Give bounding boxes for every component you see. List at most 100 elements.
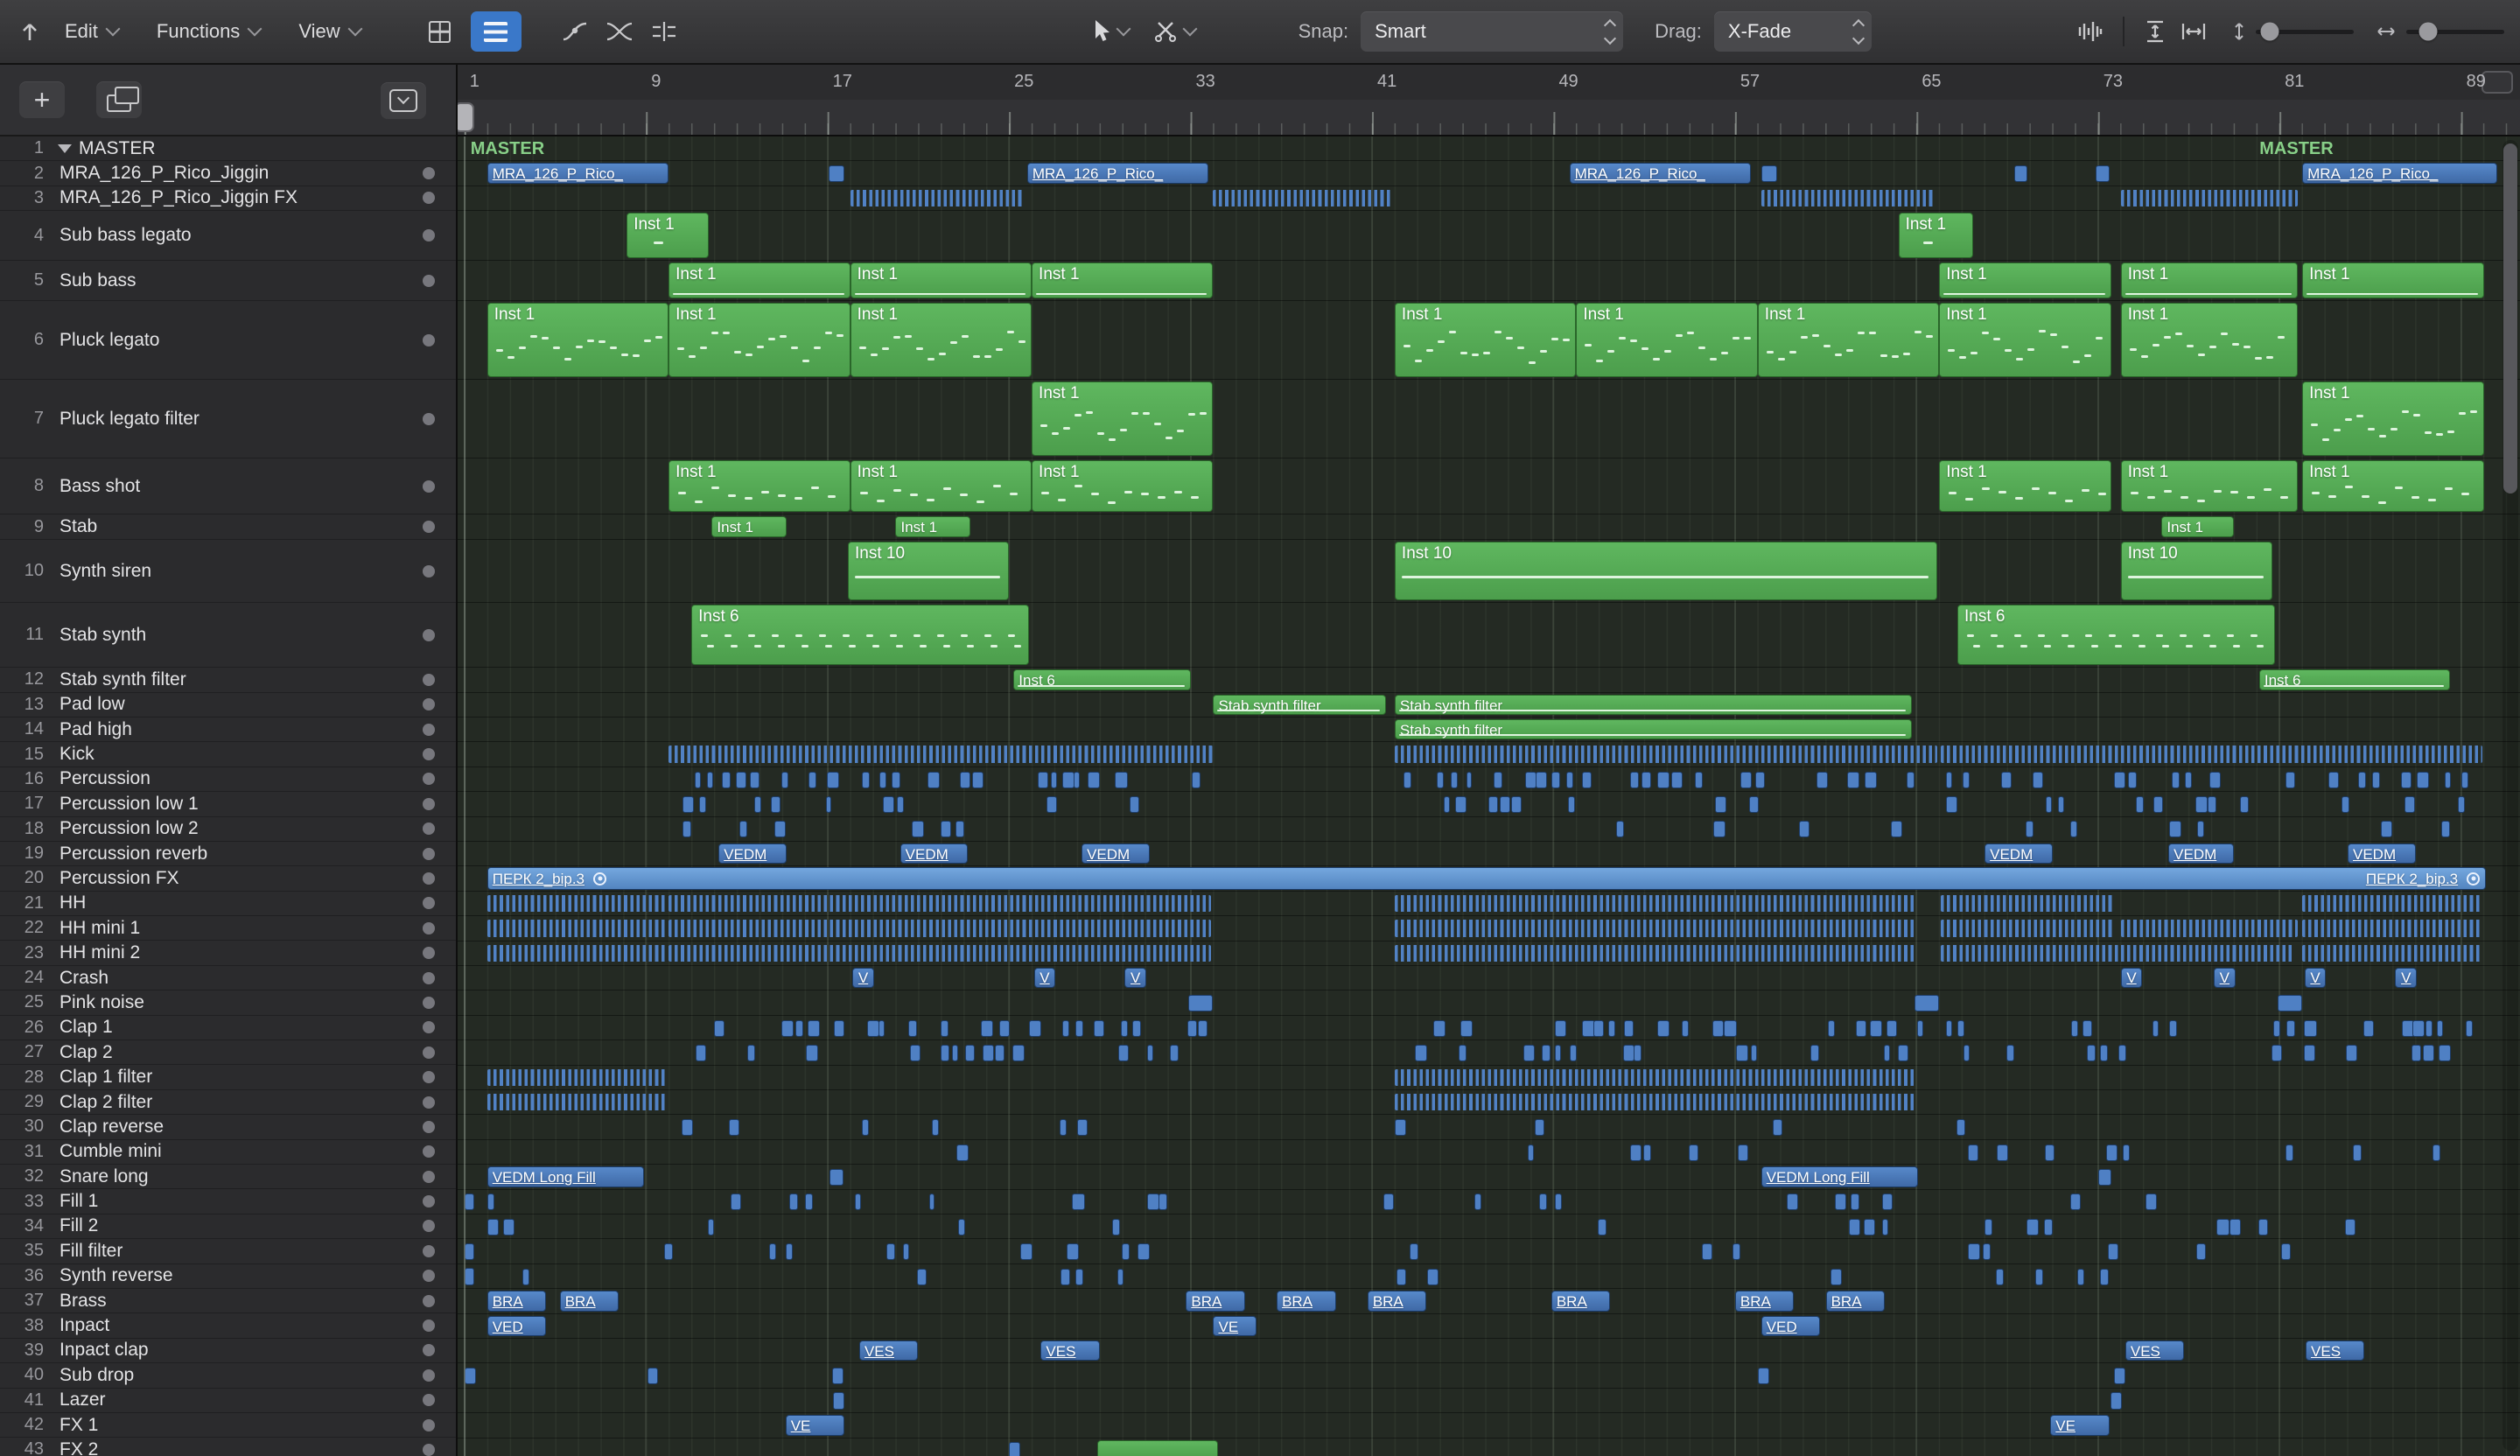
audio-block-region[interactable] <box>2108 1243 2119 1261</box>
record-enable-dot[interactable] <box>423 996 435 1009</box>
audio-block-region[interactable] <box>486 1194 494 1211</box>
track-header-row[interactable]: 4 Sub bass legato <box>0 211 456 262</box>
midi-region[interactable]: Inst 1 <box>668 460 850 513</box>
audio-block-region[interactable] <box>769 1243 777 1261</box>
audio-block-region[interactable] <box>2272 1019 2280 1037</box>
track-header-row[interactable]: 21 HH <box>0 891 456 917</box>
audio-block-region[interactable] <box>2401 771 2412 788</box>
audio-block-region[interactable] <box>1474 1194 1481 1211</box>
audio-block-region[interactable] <box>981 1019 994 1037</box>
track-name[interactable]: Brass <box>47 1291 423 1312</box>
record-enable-dot[interactable] <box>423 1344 435 1357</box>
audio-pattern-region[interactable] <box>1940 944 2295 962</box>
horizontal-auto-zoom-button[interactable] <box>2180 11 2207 52</box>
audio-pattern-region[interactable] <box>2120 920 2298 937</box>
audio-block-region[interactable] <box>2046 795 2053 813</box>
audio-block-region[interactable] <box>882 795 895 813</box>
audio-block-region[interactable] <box>1736 1044 1749 1061</box>
audio-block-region[interactable] <box>1077 1119 1088 1137</box>
track-header-row[interactable]: 14 Pad high <box>0 717 456 743</box>
record-enable-dot[interactable] <box>423 412 435 425</box>
audio-block-region[interactable] <box>1946 771 1953 788</box>
menu-functions[interactable]: Functions <box>157 20 262 43</box>
audio-region[interactable]: V <box>2304 968 2327 989</box>
midi-region[interactable]: Inst 10 <box>1394 542 1937 601</box>
audio-block-region[interactable] <box>1607 1019 1615 1037</box>
midi-region[interactable]: Inst 1 <box>2161 516 2235 538</box>
audio-block-region[interactable] <box>786 1243 793 1261</box>
audio-block-region[interactable] <box>1714 795 1727 813</box>
midi-region[interactable]: Inst 1 <box>2120 303 2298 378</box>
audio-pattern-region[interactable] <box>1394 1068 1914 1086</box>
audio-block-region[interactable] <box>891 771 901 788</box>
audio-block-region[interactable] <box>2122 1144 2131 1161</box>
audio-block-region[interactable] <box>713 1019 725 1037</box>
drag-dropdown[interactable]: X-Fade <box>1713 11 1872 52</box>
audio-block-region[interactable] <box>917 1268 928 1285</box>
track-name[interactable]: Pad low <box>47 694 423 715</box>
audio-block-region[interactable] <box>1810 1044 1820 1061</box>
audio-region[interactable]: BRA <box>486 1291 547 1312</box>
track-name[interactable]: Fill filter <box>47 1241 423 1262</box>
audio-block-region[interactable] <box>940 1019 948 1037</box>
audio-block-region[interactable] <box>1443 795 1450 813</box>
audio-block-region[interactable] <box>2025 821 2034 838</box>
record-enable-dot[interactable] <box>423 521 435 534</box>
audio-block-region[interactable] <box>2460 771 2469 788</box>
midi-region[interactable]: Inst 1 <box>2120 262 2298 299</box>
back-arrow-button[interactable] <box>19 11 40 52</box>
midi-region[interactable]: Inst 1 <box>1939 262 2112 299</box>
audio-pattern-region[interactable] <box>1394 920 1914 937</box>
audio-block-region[interactable] <box>910 1044 921 1061</box>
track-header-row[interactable]: 24 Crash <box>0 965 456 991</box>
audio-block-region[interactable] <box>1072 1194 1085 1211</box>
audio-pattern-region[interactable] <box>1940 894 2116 913</box>
record-enable-dot[interactable] <box>423 748 435 761</box>
audio-pattern-region[interactable] <box>668 920 1211 937</box>
menu-view[interactable]: View <box>298 20 363 43</box>
audio-block-region[interactable] <box>807 1019 820 1037</box>
audio-block-region[interactable] <box>940 821 951 838</box>
crossfade-button[interactable] <box>606 11 634 52</box>
audio-block-region[interactable] <box>1681 1019 1690 1037</box>
track-name[interactable]: FX 1 <box>47 1415 423 1436</box>
audio-block-region[interactable] <box>1751 1044 1758 1061</box>
audio-region[interactable]: BRA <box>559 1291 620 1312</box>
record-enable-dot[interactable] <box>423 1170 435 1183</box>
audio-region[interactable]: BRA <box>1825 1291 1885 1312</box>
audio-pattern-region[interactable] <box>2120 189 2298 207</box>
audio-region[interactable]: ПЕРК 2_bip.3 ПЕРК 2_bip.3 <box>486 867 2487 890</box>
audio-block-region[interactable] <box>825 795 832 813</box>
audio-region[interactable] <box>833 1392 845 1410</box>
audio-block-region[interactable] <box>1634 1044 1642 1061</box>
record-enable-dot[interactable] <box>423 1394 435 1407</box>
track-header-row[interactable]: 11 Stab synth <box>0 603 456 668</box>
record-enable-dot[interactable] <box>423 167 435 180</box>
audio-block-region[interactable] <box>1121 1243 1130 1261</box>
vertical-zoom-slider[interactable] <box>2256 22 2354 41</box>
audio-block-region[interactable] <box>1956 1019 1964 1037</box>
audio-block-region[interactable] <box>1597 1218 1607 1236</box>
midi-region[interactable]: Inst 6 <box>1956 605 2275 666</box>
record-enable-dot[interactable] <box>423 564 435 578</box>
audio-block-region[interactable] <box>1657 1019 1670 1037</box>
audio-region[interactable] <box>1187 994 1214 1012</box>
audio-block-region[interactable] <box>1754 771 1766 788</box>
audio-region[interactable] <box>1009 1442 1021 1456</box>
track-name[interactable]: Sub bass legato <box>47 225 423 246</box>
audio-block-region[interactable] <box>1062 771 1074 788</box>
audio-block-region[interactable] <box>1713 821 1726 838</box>
record-enable-dot[interactable] <box>423 274 435 287</box>
waveform-zoom-button[interactable] <box>2077 11 2104 52</box>
track-header-row[interactable]: 38 Inpact <box>0 1313 456 1339</box>
audio-block-region[interactable] <box>2380 821 2393 838</box>
record-enable-dot[interactable] <box>423 1220 435 1233</box>
audio-block-region[interactable] <box>1569 1044 1578 1061</box>
audio-block-region[interactable] <box>1382 1194 1394 1211</box>
audio-block-region[interactable] <box>1555 1194 1563 1211</box>
track-name[interactable]: Percussion reverb <box>47 844 423 864</box>
audio-block-region[interactable] <box>878 1019 886 1037</box>
audio-block-region[interactable] <box>2146 1194 2158 1211</box>
audio-block-region[interactable] <box>2371 771 2381 788</box>
audio-block-region[interactable] <box>2168 821 2181 838</box>
